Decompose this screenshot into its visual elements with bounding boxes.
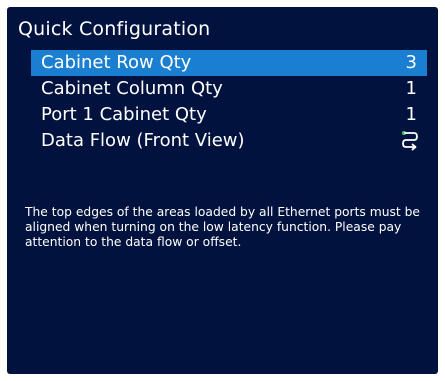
menu-item-label: Data Flow (Front View) [41,130,245,151]
low-latency-info-text: The top edges of the areas loaded by all… [25,205,420,249]
menu-item-data-flow-front-view[interactable]: Data Flow (Front View) [31,128,427,154]
menu-item-label: Cabinet Column Qty [41,78,223,99]
quick-configuration-screen: Quick Configuration Cabinet Row Qty 3 Ca… [7,7,438,374]
menu-item-value: 1 [405,78,417,99]
settings-menu: Cabinet Row Qty 3 Cabinet Column Qty 1 P… [31,50,427,154]
menu-item-label: Cabinet Row Qty [41,52,192,73]
menu-item-cabinet-column-qty[interactable]: Cabinet Column Qty 1 [31,76,427,102]
data-flow-icon [399,129,421,153]
page-title: Quick Configuration [18,18,211,40]
menu-item-value: 1 [405,104,417,125]
menu-item-cabinet-row-qty[interactable]: Cabinet Row Qty 3 [31,50,427,76]
menu-item-port-1-cabinet-qty[interactable]: Port 1 Cabinet Qty 1 [31,102,427,128]
menu-item-label: Port 1 Cabinet Qty [41,104,207,125]
menu-item-value: 3 [405,52,417,73]
